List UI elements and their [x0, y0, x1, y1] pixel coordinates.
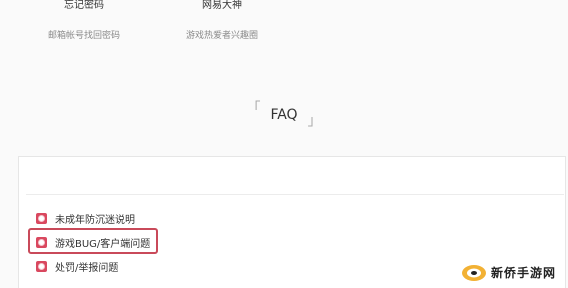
page: 忘记密码 邮箱帐号找回密码 网易大神 游戏热爱者兴趣圈 「 FAQ 」 未成年防沉迷…	[0, 0, 568, 288]
forgot-password-subtitle: 邮箱帐号找回密码	[47, 31, 120, 41]
faq-bracket-right: 」	[307, 113, 322, 129]
netease-dashen-subtitle: 游戏热爱者兴趣圈	[185, 31, 258, 41]
logo-icon	[461, 265, 486, 281]
netease-dashen-link[interactable]: 网易大神 游戏热爱者兴趣圈	[182, 0, 262, 42]
forgot-password-link[interactable]: 忘记密码 邮箱帐号找回密码	[44, 0, 124, 42]
divider	[26, 194, 564, 195]
faq-item-minor-protection[interactable]: 未成年防沉迷说明	[36, 208, 135, 228]
netease-dashen-title[interactable]: 网易大神	[182, 0, 262, 12]
watermark-text: 新侨手游网	[490, 265, 556, 280]
question-icon	[36, 260, 47, 272]
quick-links: 忘记密码 邮箱帐号找回密码 网易大神 游戏热爱者兴趣圈	[0, 0, 568, 60]
faq-item-label: 处罚/举报问题	[55, 262, 119, 274]
question-icon	[36, 212, 47, 224]
faq-bracket-left: 「	[246, 101, 261, 117]
faq-item-label: 未成年防沉迷说明	[55, 214, 135, 226]
faq-heading: 「 FAQ 」	[0, 101, 568, 129]
forgot-password-title[interactable]: 忘记密码	[44, 0, 124, 12]
watermark: 新侨手游网	[454, 260, 562, 284]
faq-title: FAQ	[270, 107, 298, 123]
faq-item-penalty-report[interactable]: 处罚/举报问题	[36, 256, 118, 276]
highlight-box	[28, 228, 158, 254]
